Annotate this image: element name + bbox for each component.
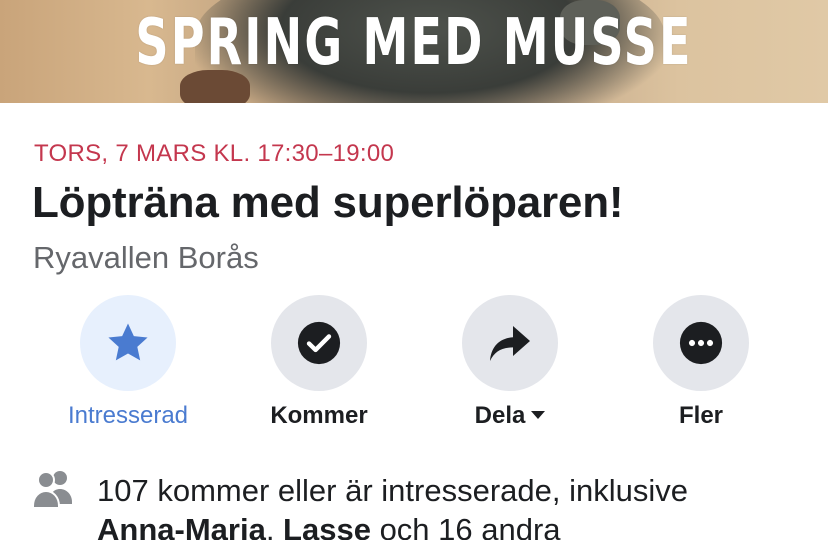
star-icon (108, 323, 148, 361)
cover-title: SPRING MED MUSSE (135, 6, 693, 80)
share-button-circle[interactable] (462, 295, 558, 391)
friend-link-lasse[interactable]: Lasse (283, 512, 371, 540)
event-location[interactable]: Ryavallen Borås (33, 240, 259, 276)
cover-photo[interactable]: SPRING MED MUSSE (0, 0, 828, 103)
going-button-circle[interactable] (271, 295, 367, 391)
attendees-count-text: 107 kommer eller är intresserade, inklus… (97, 473, 688, 508)
going-label: Kommer (270, 402, 368, 429)
caret-down-icon (531, 410, 546, 419)
share-button[interactable]: Dela (415, 295, 605, 435)
share-label: Dela (415, 402, 605, 430)
people-icon (32, 471, 72, 508)
more-label: Fler (678, 402, 723, 429)
attendees-others-text[interactable]: och 16 andra (371, 512, 561, 540)
event-date: TORS, 7 MARS KL. 17:30–19:00 (34, 140, 395, 167)
more-button[interactable]: Fler (606, 295, 796, 435)
interested-button[interactable]: Intresserad (33, 295, 223, 435)
event-title: Löpträna med superlöparen! (32, 178, 624, 227)
share-arrow-icon (490, 326, 530, 361)
attendees-summary[interactable]: 107 kommer eller är intresserade, inklus… (97, 471, 807, 540)
check-circle-icon (297, 321, 341, 365)
friend-link-anna-maria[interactable]: Anna-Maria (97, 512, 266, 540)
going-button[interactable]: Kommer (224, 295, 414, 435)
share-label-text: Dela (474, 402, 526, 429)
action-bar: Intresserad Kommer Dela Fler (0, 295, 828, 435)
interested-button-circle[interactable] (80, 295, 176, 391)
attendees-separator: , (265, 512, 284, 540)
more-button-circle[interactable] (653, 295, 749, 391)
interested-label: Intresserad (67, 402, 189, 429)
event-page: SPRING MED MUSSE TORS, 7 MARS KL. 17:30–… (0, 0, 828, 540)
more-icon (679, 321, 723, 365)
